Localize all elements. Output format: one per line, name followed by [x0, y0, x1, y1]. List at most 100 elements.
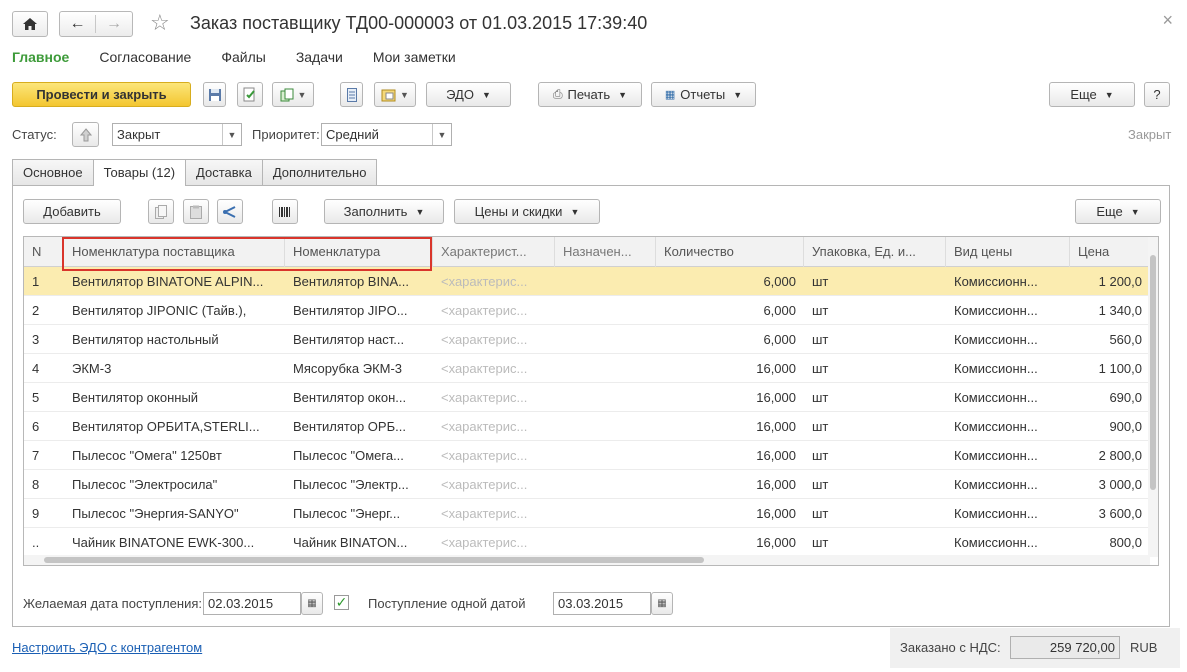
cell-price-type[interactable]: Комиссионн...: [946, 296, 1070, 325]
cell-supplier-item[interactable]: Пылесос "Электросила": [64, 470, 285, 499]
menu-item-tasks[interactable]: Задачи: [296, 49, 343, 65]
cell-n[interactable]: 6: [24, 412, 64, 441]
cell-purpose[interactable]: [555, 296, 656, 325]
cell-quantity[interactable]: 16,000: [656, 470, 804, 499]
cell-price-type[interactable]: Комиссионн...: [946, 267, 1070, 296]
cell-price-type[interactable]: Комиссионн...: [946, 354, 1070, 383]
desired-date-input[interactable]: 02.03.2015: [203, 592, 301, 615]
copy-icon[interactable]: [148, 199, 174, 224]
column-header-item[interactable]: Номенклатура: [285, 237, 433, 267]
cell-n[interactable]: 5: [24, 383, 64, 412]
cell-item[interactable]: Вентилятор ОРБ...: [285, 412, 433, 441]
cell-n[interactable]: 3: [24, 325, 64, 354]
back-arrow-icon[interactable]: ←: [60, 15, 96, 33]
cell-characteristic[interactable]: <характерис...: [433, 296, 555, 325]
cell-characteristic[interactable]: <характерис...: [433, 499, 555, 528]
cell-n[interactable]: ..: [24, 528, 64, 557]
cell-characteristic[interactable]: <характерис...: [433, 470, 555, 499]
cell-n[interactable]: 9: [24, 499, 64, 528]
cell-purpose[interactable]: [555, 470, 656, 499]
cell-n[interactable]: 7: [24, 441, 64, 470]
cell-purpose[interactable]: [555, 325, 656, 354]
tab-main[interactable]: Основное: [12, 159, 94, 185]
priority-select[interactable]: Средний ▼: [321, 123, 452, 146]
cell-purpose[interactable]: [555, 528, 656, 557]
table-row[interactable]: 7 Пылесос "Омега" 1250вт Пылесос "Омега...…: [24, 441, 1150, 470]
cell-price-type[interactable]: Комиссионн...: [946, 470, 1070, 499]
prices-discounts-button[interactable]: Цены и скидки ▼: [454, 199, 600, 224]
cell-supplier-item[interactable]: Вентилятор оконный: [64, 383, 285, 412]
cell-characteristic[interactable]: <характерис...: [433, 412, 555, 441]
cell-purpose[interactable]: [555, 354, 656, 383]
cell-item[interactable]: Пылесос "Омега...: [285, 441, 433, 470]
column-header-unit[interactable]: Упаковка, Ед. и...: [804, 237, 946, 267]
post-and-close-button[interactable]: Провести и закрыть: [12, 82, 191, 107]
cell-quantity[interactable]: 6,000: [656, 296, 804, 325]
cell-quantity[interactable]: 6,000: [656, 325, 804, 354]
cell-supplier-item[interactable]: Вентилятор ОРБИТА,STERLI...: [64, 412, 285, 441]
single-date-checkbox[interactable]: ✓: [334, 595, 349, 610]
cell-unit[interactable]: шт: [804, 441, 946, 470]
forward-arrow-icon[interactable]: →: [96, 15, 132, 33]
horizontal-scrollbar[interactable]: [24, 555, 1150, 565]
cell-characteristic[interactable]: <характерис...: [433, 354, 555, 383]
cell-price[interactable]: 2 800,0: [1070, 441, 1150, 470]
column-header-price-type[interactable]: Вид цены: [946, 237, 1070, 267]
column-header-purpose[interactable]: Назначен...: [555, 237, 656, 267]
setup-edo-link[interactable]: Настроить ЭДО с контрагентом: [12, 640, 202, 655]
cell-price[interactable]: 560,0: [1070, 325, 1150, 354]
cell-unit[interactable]: шт: [804, 470, 946, 499]
paste-icon[interactable]: [183, 199, 209, 224]
goods-more-button[interactable]: Еще ▼: [1075, 199, 1161, 224]
cell-price[interactable]: 3 600,0: [1070, 499, 1150, 528]
cell-characteristic[interactable]: <характерис...: [433, 441, 555, 470]
cell-purpose[interactable]: [555, 412, 656, 441]
cell-quantity[interactable]: 6,000: [656, 267, 804, 296]
cell-quantity[interactable]: 16,000: [656, 383, 804, 412]
menu-item-notes[interactable]: Мои заметки: [373, 49, 456, 65]
cell-purpose[interactable]: [555, 383, 656, 412]
column-header-supplier-item[interactable]: Номенклатура поставщика: [64, 237, 285, 267]
document-structure-icon[interactable]: [340, 82, 363, 107]
cell-characteristic[interactable]: <характерис...: [433, 267, 555, 296]
chevron-down-icon[interactable]: ▼: [222, 124, 241, 145]
cell-supplier-item[interactable]: ЭКМ-3: [64, 354, 285, 383]
barcode-icon[interactable]: [272, 199, 298, 224]
cell-purpose[interactable]: [555, 441, 656, 470]
cell-supplier-item[interactable]: Пылесос "Энергия-SANYO": [64, 499, 285, 528]
cell-price[interactable]: 1 100,0: [1070, 354, 1150, 383]
vertical-scrollbar[interactable]: [1148, 237, 1158, 557]
save-icon[interactable]: [203, 82, 226, 107]
cell-unit[interactable]: шт: [804, 325, 946, 354]
close-icon[interactable]: ×: [1162, 10, 1173, 31]
cell-supplier-item[interactable]: Вентилятор настольный: [64, 325, 285, 354]
tab-delivery[interactable]: Доставка: [185, 159, 263, 185]
calendar-icon[interactable]: ▦: [651, 592, 673, 615]
cell-n[interactable]: 8: [24, 470, 64, 499]
cell-price[interactable]: 1 200,0: [1070, 267, 1150, 296]
cell-price-type[interactable]: Комиссионн...: [946, 441, 1070, 470]
cell-item[interactable]: Вентилятор наст...: [285, 325, 433, 354]
edo-button[interactable]: ЭДО ▼: [426, 82, 511, 107]
cell-item[interactable]: Пылесос "Энерг...: [285, 499, 433, 528]
cell-n[interactable]: 1: [24, 267, 64, 296]
tab-additional[interactable]: Дополнительно: [261, 159, 378, 185]
cell-unit[interactable]: шт: [804, 354, 946, 383]
cell-unit[interactable]: шт: [804, 296, 946, 325]
reports-button[interactable]: ▦ Отчеты ▼: [651, 82, 756, 107]
cell-unit[interactable]: шт: [804, 499, 946, 528]
cell-price-type[interactable]: Комиссионн...: [946, 383, 1070, 412]
cell-quantity[interactable]: 16,000: [656, 412, 804, 441]
cell-characteristic[interactable]: <характерис...: [433, 325, 555, 354]
table-row[interactable]: .. Чайник BINATONE EWK-300... Чайник BINAT…: [24, 528, 1150, 557]
menu-item-approval[interactable]: Согласование: [99, 49, 191, 65]
cell-supplier-item[interactable]: Вентилятор BINATONE ALPIN...: [64, 267, 285, 296]
tab-goods[interactable]: Товары (12): [92, 159, 187, 186]
table-row[interactable]: 9 Пылесос "Энергия-SANYO" Пылесос "Энерг..…: [24, 499, 1150, 528]
status-arrow-icon[interactable]: [72, 122, 99, 147]
cell-quantity[interactable]: 16,000: [656, 441, 804, 470]
cell-item[interactable]: Вентилятор BINA...: [285, 267, 433, 296]
fill-button[interactable]: Заполнить ▼: [324, 199, 444, 224]
cell-price-type[interactable]: Комиссионн...: [946, 499, 1070, 528]
cell-item[interactable]: Чайник BINATON...: [285, 528, 433, 557]
